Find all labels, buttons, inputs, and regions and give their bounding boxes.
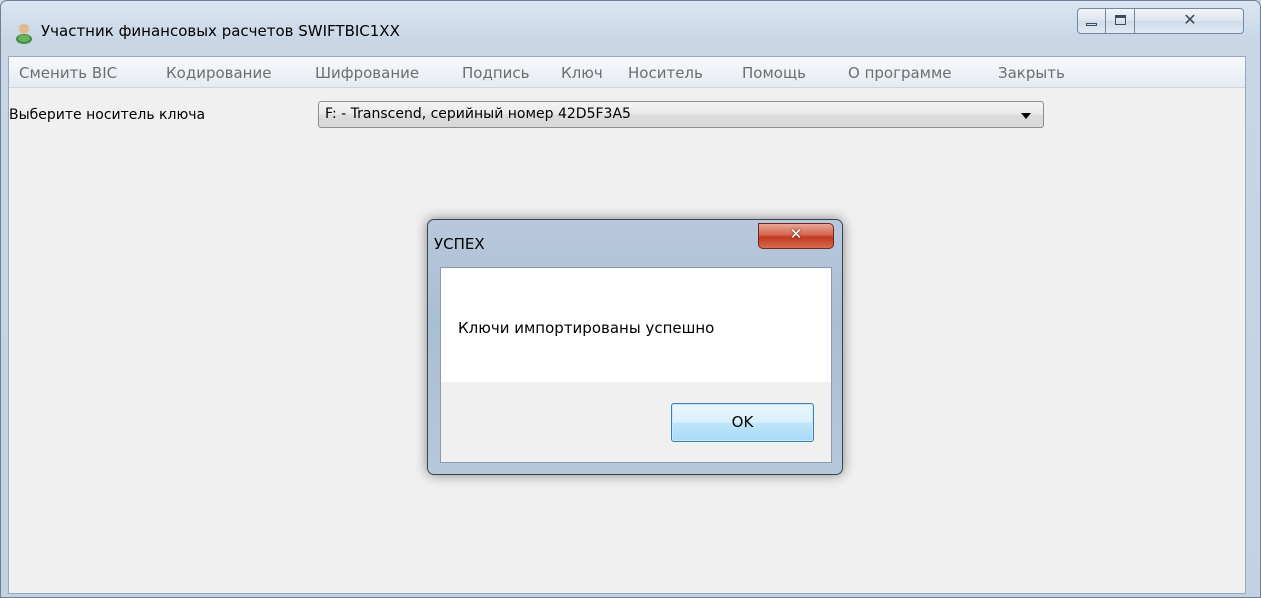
message-area: Ключи импортированы успешно: [441, 268, 831, 382]
success-dialog: УСПЕХ ✕ Ключи импортированы успешно OK: [427, 219, 843, 475]
dialog-title: УСПЕХ: [434, 235, 485, 253]
menu-media[interactable]: Носитель: [628, 64, 703, 82]
menu-change-bic[interactable]: Сменить BIC: [19, 64, 117, 82]
maximize-button[interactable]: [1105, 8, 1135, 34]
media-select-label: Выберите носитель ключа: [9, 107, 206, 123]
close-icon: ✕: [1183, 10, 1197, 29]
maximize-icon: [1115, 15, 1126, 25]
menu-signature[interactable]: Подпись: [462, 64, 529, 82]
menu-about[interactable]: О программе: [848, 64, 952, 82]
menu-key[interactable]: Ключ: [561, 64, 603, 82]
close-icon: ✕: [789, 225, 803, 243]
dialog-message: Ключи импортированы успешно: [458, 319, 715, 337]
menu-help[interactable]: Помощь: [742, 64, 806, 82]
minimize-icon: [1086, 23, 1097, 26]
ok-button[interactable]: OK: [671, 403, 814, 442]
minimize-button[interactable]: [1077, 8, 1106, 34]
title-bar[interactable]: Участник финансовых расчетов SWIFTBIC1XX…: [1, 1, 1260, 55]
media-select-value: F: - Transcend, серийный номер 42D5F3A5: [325, 106, 631, 122]
menu-encryption[interactable]: Шифрование: [315, 64, 419, 82]
media-select[interactable]: F: - Transcend, серийный номер 42D5F3A5: [318, 101, 1044, 128]
close-button[interactable]: ✕: [1134, 8, 1244, 34]
ok-button-label: OK: [731, 413, 754, 431]
menu-bar: Сменить BIC Кодирование Шифрование Подпи…: [9, 57, 1245, 88]
dialog-close-button[interactable]: ✕: [758, 223, 834, 249]
window-title: Участник финансовых расчетов SWIFTBIC1XX: [41, 22, 400, 40]
menu-close[interactable]: Закрыть: [998, 64, 1065, 82]
menu-encoding[interactable]: Кодирование: [166, 64, 271, 82]
user-icon: [14, 22, 34, 44]
dialog-body: Ключи импортированы успешно OK: [440, 267, 832, 463]
chevron-down-icon[interactable]: [1021, 113, 1031, 119]
